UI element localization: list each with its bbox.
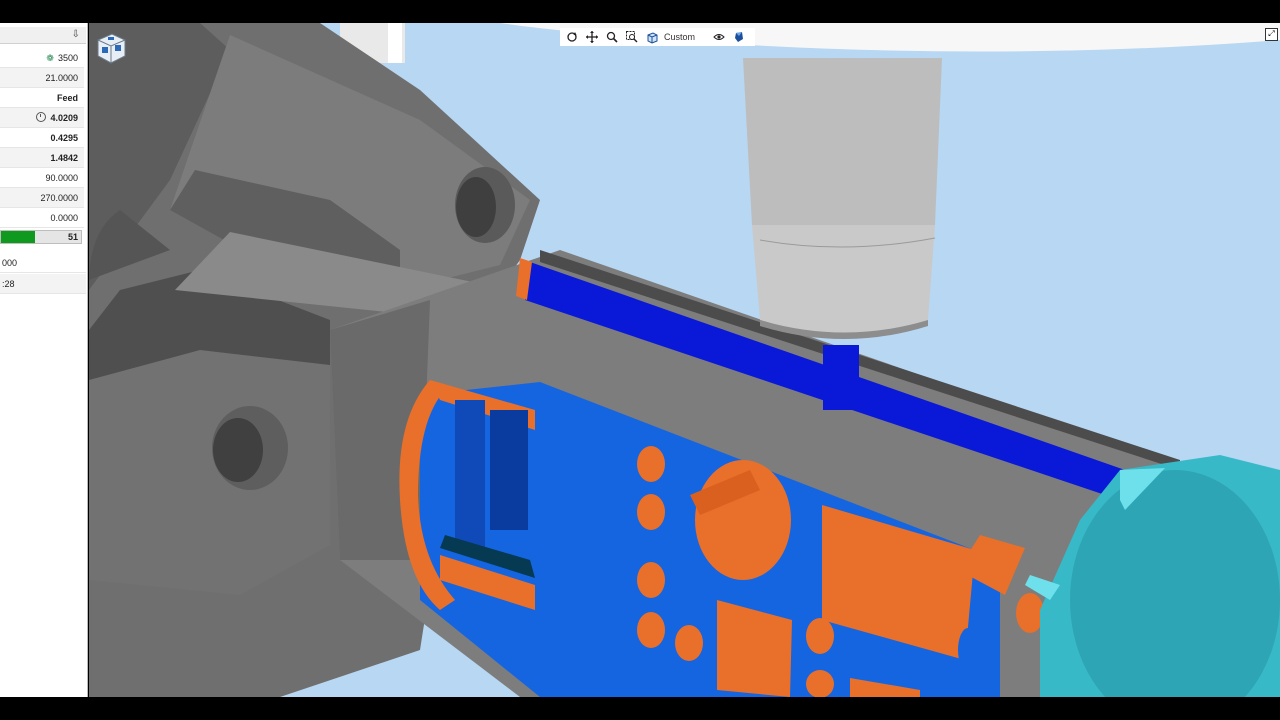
shading-icon[interactable] [731,29,747,45]
status-row-x: 0.4295 [0,128,84,148]
panel-header: ⇩ [0,27,86,44]
view-cube-icon[interactable] [92,30,130,66]
top-letterbox [0,0,1280,23]
pocket-slot-left [455,400,485,550]
custom-view-label[interactable]: Custom [664,32,695,42]
status-row-a: 90.0000 [0,168,84,188]
hole-feature [637,562,665,598]
hole-feature [675,625,703,661]
chuck-top-highlight [388,23,402,63]
hole-feature [1016,593,1044,633]
view-cube-icon[interactable] [644,29,660,45]
simulation-viewport[interactable]: Custom ⤢ [89,23,1280,697]
eye-icon[interactable] [711,29,727,45]
status-row-c: 0.0000 [0,208,84,228]
status-row-b: 270.0000 [0,188,84,208]
tool-body [752,225,935,333]
zoom-icon[interactable] [604,29,620,45]
hole-feature [806,618,834,654]
rotate-icon[interactable] [564,29,580,45]
status-row-motion: Feed [0,88,84,108]
tool-holder [743,58,942,240]
bottom-letterbox [0,697,1280,720]
progress-bar: 51 [0,230,82,244]
extra-row-2: :28 [0,274,86,294]
hole-feature [637,612,665,648]
status-row-y: 1.4842 [0,148,84,168]
status-row-spindle-speed: ❁ 3500 [0,48,84,68]
coolant-drill-hole [823,345,859,410]
jaw-bolt-hole-lower-inner [213,418,263,482]
jaw-bolt-hole-upper-inner [456,177,496,237]
maximize-icon[interactable]: ⤢ [1265,28,1278,41]
pan-icon[interactable] [584,29,600,45]
extra-row-1: 000 [0,253,86,273]
hole-feature [637,494,665,530]
pin-icon[interactable]: ⇩ [72,29,80,40]
view-toolbar: Custom [560,28,756,46]
pocket-slot-right [490,410,528,530]
zoom-window-icon[interactable] [624,29,640,45]
chuck-jaw-lower [89,350,330,595]
machine-scene[interactable] [89,23,1280,697]
progress-value: 51 [67,232,78,242]
hole-feature [806,670,834,697]
status-row-time: 4.0209 [0,108,84,128]
machining-status-panel: ⇩ ❁ 3500 21.0000 Feed 4.0209 0.4295 1.484… [0,23,88,697]
spindle-icon: ❁ [46,53,54,63]
blue-hole-feature [958,628,978,672]
progress-fill [1,231,36,243]
status-row-feedrate: 21.0000 [0,68,84,88]
hole-feature [637,446,665,482]
clock-icon [36,112,47,122]
